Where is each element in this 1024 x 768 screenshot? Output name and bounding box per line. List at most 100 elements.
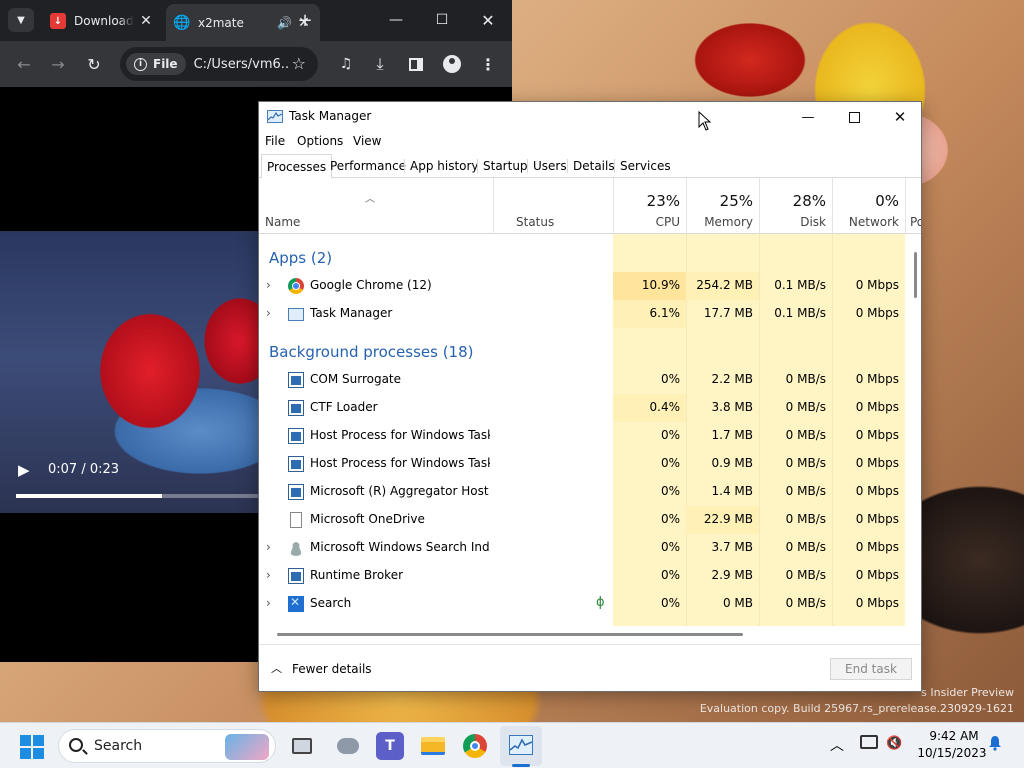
chrome-maximize-button[interactable]: ☐ xyxy=(432,10,452,30)
column-header-power[interactable]: Po xyxy=(905,178,921,234)
profile-avatar-icon[interactable] xyxy=(440,52,464,76)
back-arrow-icon[interactable]: ← xyxy=(12,52,36,76)
taskbar: Search T ︿ 🔇 9:42 AM 10/15/2023 xyxy=(0,722,1024,768)
media-control-icon[interactable]: ♫ xyxy=(334,52,358,76)
document-icon xyxy=(290,512,302,528)
menu-options[interactable]: Options xyxy=(297,134,343,148)
play-icon[interactable]: ▶ xyxy=(18,461,30,479)
process-list[interactable]: Apps (2) › Google Chrome (12) 10.9% 254.… xyxy=(259,234,921,626)
expand-chevron-icon[interactable]: › xyxy=(266,596,271,610)
menu-file[interactable]: File xyxy=(265,134,285,148)
window-app-icon xyxy=(288,428,304,444)
close-button[interactable]: ✕ xyxy=(877,102,921,132)
address-bar[interactable]: i File C:/Users/vm6... ☆ xyxy=(120,47,318,81)
tab-search-button[interactable]: ▼ xyxy=(8,8,34,32)
window-app-icon xyxy=(288,372,304,388)
table-row[interactable]: › Runtime Broker 0% 2.9 MB 0 MB/s 0 Mbps xyxy=(259,562,905,590)
network-icon[interactable] xyxy=(860,735,878,749)
table-row[interactable]: Microsoft OneDrive 0% 22.9 MB 0 MB/s 0 M… xyxy=(259,506,905,534)
tab-users[interactable]: Users xyxy=(528,154,572,178)
tab-processes[interactable]: Processes xyxy=(261,154,333,179)
column-header-status[interactable]: Status xyxy=(493,178,613,234)
table-row[interactable]: Host Process for Windows Tasks 0% 0.9 MB… xyxy=(259,450,905,478)
table-row[interactable]: CTF Loader 0.4% 3.8 MB 0 MB/s 0 Mbps xyxy=(259,394,905,422)
expand-chevron-icon[interactable]: › xyxy=(266,540,271,554)
tab-performance[interactable]: Performance xyxy=(325,154,411,178)
table-row[interactable]: › Google Chrome (12) 10.9% 254.2 MB 0.1 … xyxy=(259,272,905,300)
chrome-tab-download[interactable]: ↓ Download ✕ xyxy=(42,6,162,36)
side-panel-icon[interactable] xyxy=(404,52,428,76)
menu-view[interactable]: View xyxy=(353,134,381,148)
bookmark-star-icon[interactable]: ☆ xyxy=(292,54,306,73)
table-row[interactable]: › Microsoft Windows Search Inde... 0% 3.… xyxy=(259,534,905,562)
minimize-button[interactable]: — xyxy=(785,102,831,132)
url-text[interactable]: C:/Users/vm6... xyxy=(194,57,288,72)
footer-bar: ︿ Fewer details End task xyxy=(259,644,921,691)
window-app-icon xyxy=(288,484,304,500)
table-row[interactable]: › Search ϕ 0% 0 MB 0 MB/s 0 Mbps xyxy=(259,590,905,618)
tab-app-history[interactable]: App history xyxy=(405,154,484,178)
active-app-indicator xyxy=(512,764,530,767)
window-app-icon xyxy=(288,456,304,472)
speaker-muted-icon[interactable]: 🔇 xyxy=(886,736,902,751)
maximize-button[interactable] xyxy=(831,102,877,132)
tab-title: x2mate xyxy=(198,15,244,30)
video-time: 0:07 / 0:23 xyxy=(48,462,120,477)
kebab-menu-icon[interactable]: ⋮ xyxy=(476,52,500,76)
table-row[interactable]: Microsoft (R) Aggregator Host 0% 1.4 MB … xyxy=(259,478,905,506)
expand-chevron-icon[interactable]: › xyxy=(266,306,271,320)
chrome-taskbar-icon[interactable] xyxy=(463,734,487,758)
vertical-scrollbar-thumb[interactable] xyxy=(914,252,917,298)
end-task-button[interactable]: End task xyxy=(830,658,912,680)
task-view-icon[interactable] xyxy=(288,732,316,760)
vertical-scrollbar[interactable] xyxy=(905,234,921,626)
tab-close-icon[interactable]: ✕ xyxy=(138,13,154,29)
fewer-details-link[interactable]: Fewer details xyxy=(292,662,372,676)
column-header-cpu[interactable]: 23% CPU xyxy=(613,178,686,234)
tab-details[interactable]: Details xyxy=(568,154,620,178)
taskbar-search-box[interactable]: Search xyxy=(58,729,276,763)
group-header-apps[interactable]: Apps (2) xyxy=(259,240,905,276)
task-manager-icon xyxy=(267,110,283,123)
chevron-up-icon[interactable]: ︿ xyxy=(271,660,282,676)
audio-playing-icon[interactable]: 🔊 xyxy=(277,16,292,30)
notification-bell-icon[interactable] xyxy=(988,735,1002,751)
tab-services[interactable]: Services xyxy=(615,154,676,178)
weather-widget-icon[interactable] xyxy=(334,732,362,760)
task-manager-titlebar[interactable]: Task Manager — ✕ xyxy=(259,102,921,132)
clock-time[interactable]: 9:42 AM xyxy=(924,729,984,743)
table-row[interactable]: Host Process for Windows Tasks 0% 1.7 MB… xyxy=(259,422,905,450)
chrome-toolbar: ← → ↻ i File C:/Users/vm6... ☆ ♫ ⤓ ⋮ xyxy=(0,41,512,87)
chrome-close-button[interactable]: ✕ xyxy=(478,10,498,30)
globe-icon: 🌐 xyxy=(173,14,191,31)
table-row[interactable]: › Task Manager 6.1% 17.7 MB 0.1 MB/s 0 M… xyxy=(259,300,905,328)
column-header-name[interactable]: Name xyxy=(259,178,493,234)
disk-total: 28% xyxy=(792,192,826,210)
memory-total: 25% xyxy=(719,192,753,210)
download-icon[interactable]: ⤓ xyxy=(368,52,392,76)
download-favicon-icon: ↓ xyxy=(50,13,66,29)
search-app-icon xyxy=(288,595,304,612)
reload-icon[interactable]: ↻ xyxy=(82,52,106,76)
search-icon xyxy=(69,738,83,752)
group-header-background[interactable]: Background processes (18) xyxy=(259,334,905,370)
teams-icon[interactable]: T xyxy=(376,732,404,760)
expand-chevron-icon[interactable]: › xyxy=(266,278,271,292)
new-tab-button[interactable]: + xyxy=(295,10,315,31)
forward-arrow-icon[interactable]: → xyxy=(46,52,70,76)
show-hidden-icons-chevron-icon[interactable]: ︿ xyxy=(830,735,844,755)
column-header-row: ︿ Name Status 23% CPU 25% Memory 28% Dis… xyxy=(259,178,921,234)
task-manager-taskbar-button[interactable] xyxy=(500,726,542,766)
column-header-network[interactable]: 0% Network xyxy=(832,178,905,234)
table-row[interactable]: COM Surrogate 0% 2.2 MB 0 MB/s 0 Mbps xyxy=(259,366,905,394)
windows-start-icon[interactable] xyxy=(20,735,44,759)
column-header-disk[interactable]: 28% Disk xyxy=(759,178,832,234)
tab-startup[interactable]: Startup xyxy=(478,154,533,178)
horizontal-scrollbar-thumb[interactable] xyxy=(277,633,743,636)
expand-chevron-icon[interactable]: › xyxy=(266,568,271,582)
chrome-minimize-button[interactable]: — xyxy=(386,10,406,30)
file-explorer-icon[interactable] xyxy=(419,732,447,760)
clock-date[interactable]: 10/15/2023 xyxy=(916,746,988,760)
column-header-memory[interactable]: 25% Memory xyxy=(686,178,759,234)
site-info-chip[interactable]: i File xyxy=(126,53,186,75)
